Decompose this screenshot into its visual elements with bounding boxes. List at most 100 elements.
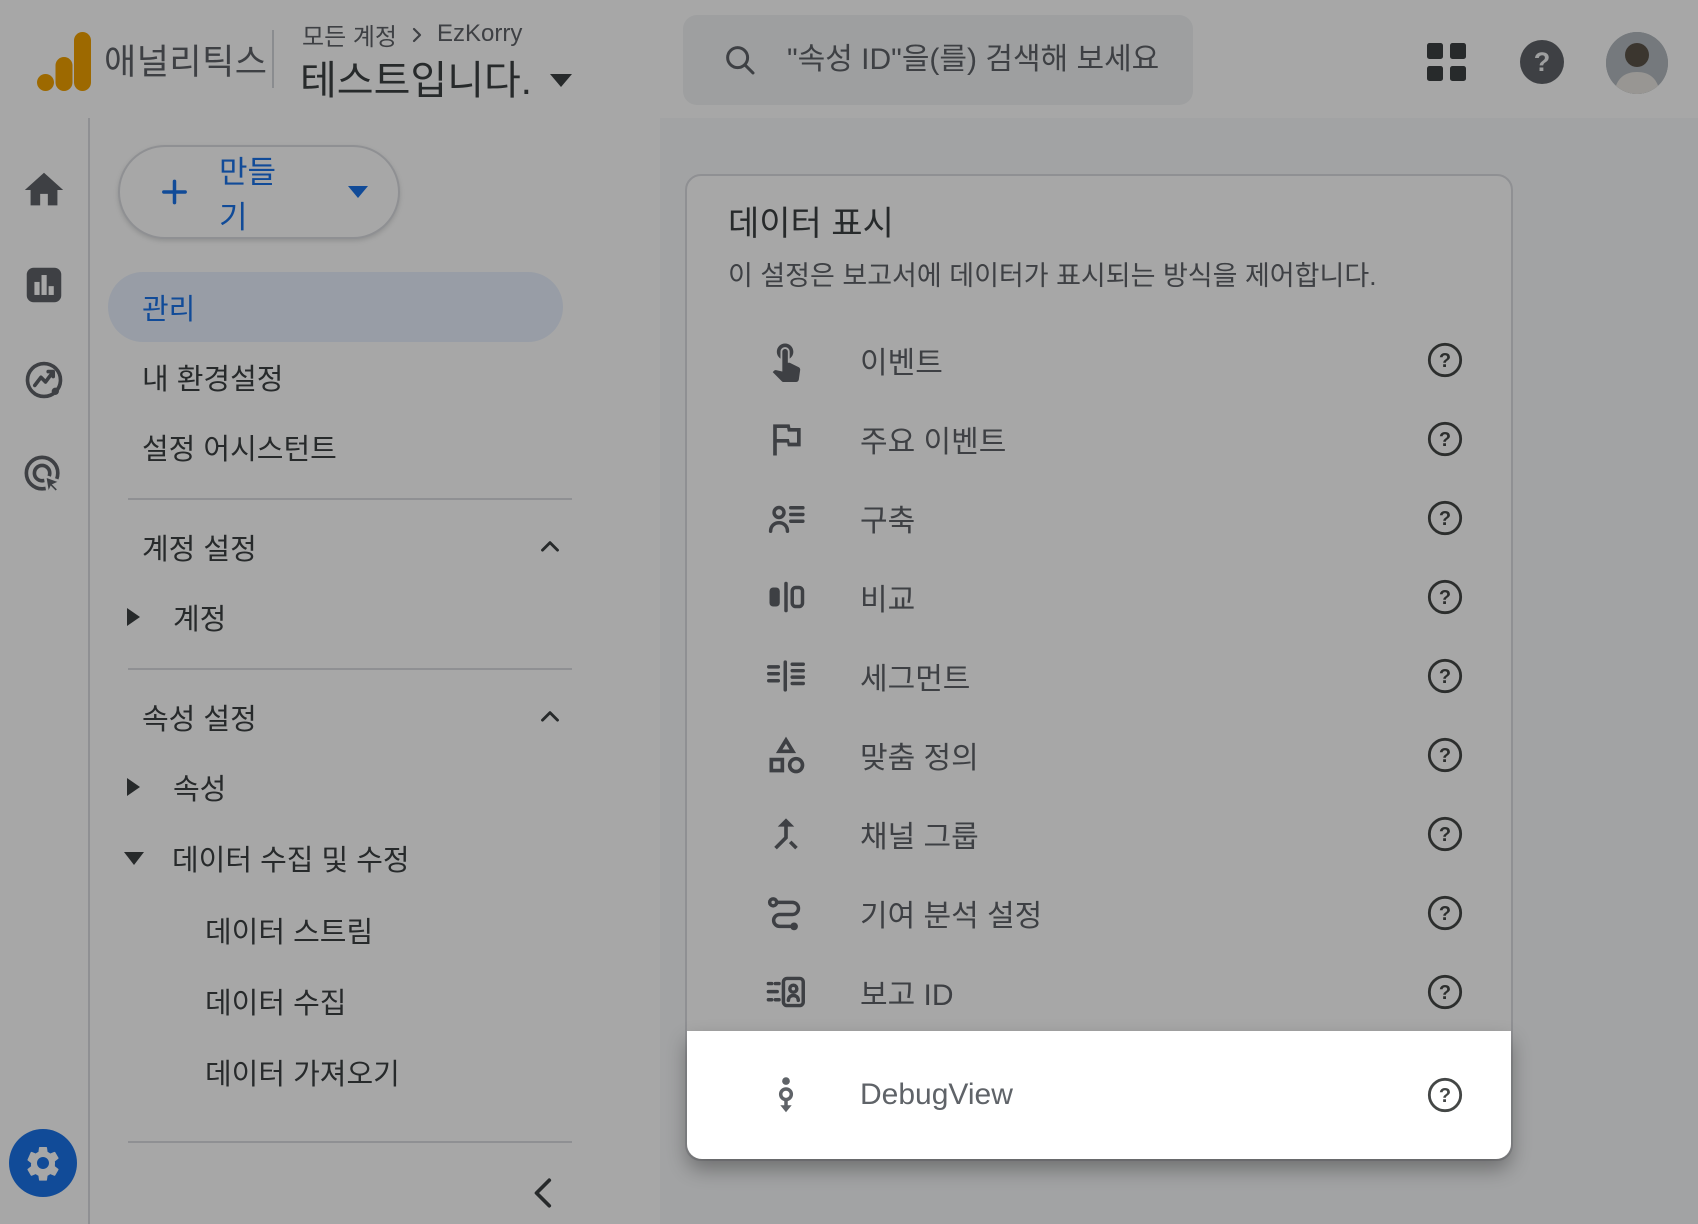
svg-text:?: ? bbox=[1439, 508, 1451, 530]
settings-row-comparisons[interactable]: 비교 ? bbox=[687, 557, 1511, 636]
settings-row-label: 구축 bbox=[860, 496, 915, 540]
property-caret-icon bbox=[550, 74, 572, 87]
nav-item-data-import[interactable]: 데이터 가져오기 bbox=[90, 1036, 660, 1107]
analytics-logo-icon[interactable] bbox=[37, 31, 91, 91]
nav-item-my-preferences[interactable]: 내 환경설정 bbox=[90, 342, 660, 412]
search-bar[interactable] bbox=[683, 15, 1193, 105]
nav-section-account-settings[interactable]: 계정 설정 bbox=[90, 512, 660, 582]
nav-item-data-collection-group[interactable]: 데이터 수집 및 수정 bbox=[90, 822, 660, 894]
help-icon[interactable]: ? bbox=[1425, 498, 1465, 538]
nav-divider bbox=[128, 1141, 572, 1143]
avatar[interactable] bbox=[1606, 32, 1668, 94]
nav-section-label: 속성 설정 bbox=[142, 696, 257, 738]
create-button-label: 만들기 bbox=[219, 147, 302, 237]
nav-item-label: 데이터 수집 및 수정 bbox=[172, 837, 410, 879]
settings-row-label: DebugView bbox=[860, 1078, 1013, 1112]
apps-grid-icon[interactable] bbox=[1427, 43, 1466, 81]
nav-item-account[interactable]: 계정 bbox=[90, 582, 660, 652]
help-icon[interactable]: ? bbox=[1425, 656, 1465, 696]
svg-text:?: ? bbox=[1439, 1085, 1451, 1107]
breadcrumb-all-accounts[interactable]: 모든 계정 bbox=[302, 17, 397, 52]
advertising-icon[interactable] bbox=[21, 452, 67, 498]
home-icon[interactable] bbox=[21, 167, 67, 213]
custom-definitions-icon bbox=[763, 732, 809, 778]
help-icon[interactable]: ? bbox=[1425, 814, 1465, 854]
help-icon[interactable]: ? bbox=[1425, 419, 1465, 459]
property-name[interactable]: 테스트입니다. bbox=[300, 48, 532, 106]
help-circle-icon[interactable]: ? bbox=[1520, 40, 1564, 84]
left-rail bbox=[0, 118, 90, 1224]
top-header: 애널리틱스 모든 계정 EzKorry 테스트입니다. ? bbox=[0, 0, 1698, 118]
settings-row-label: 세그먼트 bbox=[860, 654, 970, 698]
create-caret-icon[interactable] bbox=[348, 186, 368, 198]
flag-icon bbox=[763, 416, 809, 462]
chevron-up-icon[interactable] bbox=[535, 702, 565, 732]
grid-square bbox=[1427, 43, 1443, 59]
svg-text:?: ? bbox=[1439, 903, 1451, 925]
expand-down-icon[interactable] bbox=[124, 852, 144, 865]
svg-text:?: ? bbox=[1439, 982, 1451, 1004]
audiences-icon bbox=[763, 495, 809, 541]
data-display-card: 데이터 표시 이 설정은 보고서에 데이터가 표시되는 방식을 제어합니다. 이… bbox=[685, 174, 1513, 1161]
settings-row-attribution[interactable]: 기여 분석 설정 ? bbox=[687, 873, 1511, 952]
nav-section-property-settings[interactable]: 속성 설정 bbox=[90, 682, 660, 752]
settings-row-audiences[interactable]: 구축 ? bbox=[687, 478, 1511, 557]
attribution-icon bbox=[763, 890, 809, 936]
explore-icon[interactable] bbox=[21, 357, 67, 403]
svg-text:?: ? bbox=[1439, 824, 1451, 846]
header-divider bbox=[272, 30, 274, 88]
touch-app-icon bbox=[763, 337, 809, 383]
search-input[interactable] bbox=[785, 42, 1189, 78]
nav-item-property[interactable]: 속성 bbox=[90, 752, 660, 822]
svg-text:?: ? bbox=[1439, 350, 1451, 372]
settings-row-segments[interactable]: 세그먼트 ? bbox=[687, 636, 1511, 715]
nav-divider bbox=[128, 668, 572, 670]
breadcrumb-account[interactable]: EzKorry bbox=[437, 20, 522, 48]
grid-square bbox=[1450, 43, 1466, 59]
help-icon[interactable]: ? bbox=[1425, 735, 1465, 775]
settings-row-debugview[interactable]: DebugView ? bbox=[687, 1031, 1511, 1159]
nav-item-admin[interactable]: 관리 bbox=[108, 272, 563, 342]
nav-item-setup-assistant[interactable]: 설정 어시스턴트 bbox=[90, 412, 660, 482]
settings-row-label: 맞춤 정의 bbox=[860, 733, 979, 777]
settings-row-events[interactable]: 이벤트 ? bbox=[687, 320, 1511, 399]
expand-right-icon[interactable] bbox=[127, 608, 140, 626]
create-button[interactable]: 만들기 bbox=[118, 145, 400, 239]
collapse-nav-button[interactable] bbox=[90, 1173, 660, 1213]
app-title: 애널리틱스 bbox=[104, 0, 268, 118]
settings-row-key-events[interactable]: 주요 이벤트 ? bbox=[687, 399, 1511, 478]
property-selector[interactable]: 테스트입니다. bbox=[300, 50, 572, 104]
search-icon bbox=[721, 41, 759, 79]
svg-text:?: ? bbox=[1439, 587, 1451, 609]
help-icon[interactable]: ? bbox=[1425, 577, 1465, 617]
help-icon[interactable]: ? bbox=[1425, 972, 1465, 1012]
nav-item-data-collection[interactable]: 데이터 수집 bbox=[90, 965, 660, 1036]
help-icon[interactable]: ? bbox=[1425, 893, 1465, 933]
settings-row-reporting-identity[interactable]: 보고 ID ? bbox=[687, 952, 1511, 1031]
card-title: 데이터 표시 bbox=[687, 176, 1511, 246]
admin-gear-icon[interactable] bbox=[9, 1129, 77, 1197]
help-icon[interactable]: ? bbox=[1425, 1075, 1465, 1115]
channel-groups-icon bbox=[763, 811, 809, 857]
settings-row-label: 비교 bbox=[860, 575, 915, 619]
svg-text:?: ? bbox=[1439, 666, 1451, 688]
settings-row-custom-definitions[interactable]: 맞춤 정의 ? bbox=[687, 715, 1511, 794]
nav-item-data-streams[interactable]: 데이터 스트림 bbox=[90, 894, 660, 965]
svg-text:?: ? bbox=[1439, 745, 1451, 767]
nav-item-label: 관리 bbox=[142, 286, 195, 328]
settings-row-channel-groups[interactable]: 채널 그룹 ? bbox=[687, 794, 1511, 873]
nav-item-label: 데이터 수집 bbox=[205, 980, 346, 1022]
chevron-up-icon[interactable] bbox=[535, 532, 565, 562]
chevron-left-icon bbox=[528, 1173, 562, 1213]
nav-item-label: 내 환경설정 bbox=[142, 356, 283, 398]
admin-nav: 만들기 관리 내 환경설정 설정 어시스턴트 계정 설정 계정 속성 설정 속성… bbox=[90, 118, 660, 1224]
grid-square bbox=[1427, 66, 1443, 82]
nav-section-label: 계정 설정 bbox=[142, 526, 257, 568]
avatar-image bbox=[1606, 32, 1668, 94]
breadcrumb[interactable]: 모든 계정 EzKorry bbox=[302, 18, 522, 50]
main-content: 데이터 표시 이 설정은 보고서에 데이터가 표시되는 방식을 제어합니다. 이… bbox=[660, 118, 1698, 1224]
expand-right-icon[interactable] bbox=[127, 778, 140, 796]
help-icon[interactable]: ? bbox=[1425, 340, 1465, 380]
reports-icon[interactable] bbox=[21, 262, 67, 308]
svg-text:?: ? bbox=[1439, 429, 1451, 451]
